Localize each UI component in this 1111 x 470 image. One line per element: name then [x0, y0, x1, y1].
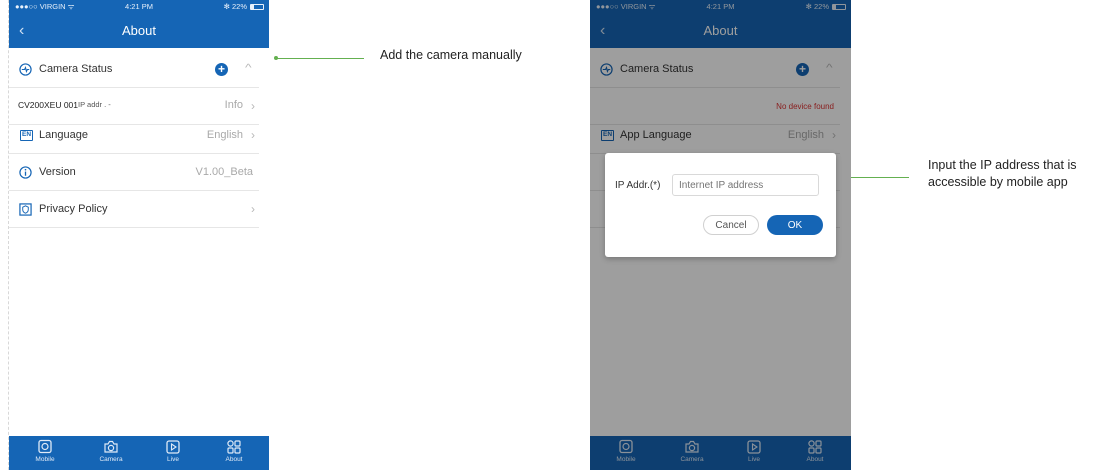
language-label: Language: [39, 129, 88, 141]
grid-icon: [227, 440, 241, 454]
page-title: About: [122, 23, 156, 38]
chevron-right-icon: ›: [251, 128, 255, 142]
callout-ip-line-2: accessible by mobile app: [928, 175, 1068, 189]
tab-about[interactable]: About: [209, 439, 259, 463]
tab-label: About: [225, 456, 243, 463]
ip-address-input[interactable]: [672, 174, 819, 196]
nav-bar: ‹ About: [9, 14, 269, 48]
privacy-shield-icon: [19, 203, 32, 216]
battery-icon: [250, 4, 264, 10]
chevron-right-icon: ›: [251, 202, 255, 216]
privacy-row[interactable]: Privacy Policy ›: [9, 191, 259, 228]
tab-live[interactable]: Live: [148, 439, 198, 463]
camera-icon: [104, 440, 118, 453]
language-value: English: [206, 129, 243, 141]
camera-status-row[interactable]: Camera Status + ^: [9, 51, 259, 88]
tab-label: Live: [167, 456, 179, 463]
version-label: Version: [39, 166, 76, 178]
info-circle-icon: [19, 166, 32, 179]
version-row: Version V1.00_Beta: [9, 154, 259, 191]
ip-address-label: IP Addr.(*): [615, 180, 661, 191]
chevron-right-icon: ›: [251, 99, 255, 113]
tab-bar: Mobile Camera Live About: [9, 436, 269, 470]
add-camera-button[interactable]: +: [215, 63, 228, 76]
cancel-button[interactable]: Cancel: [703, 215, 759, 235]
camera-info-link[interactable]: Info: [225, 99, 243, 111]
callout-ip-address: Input the IP address that is accessible …: [928, 157, 1076, 191]
ip-address-dialog: IP Addr.(*) Cancel OK: [605, 153, 836, 257]
language-en-icon: EN: [20, 130, 33, 141]
mobile-icon: [38, 439, 52, 454]
status-bar: ●●●○○ VIRGIN ᯤ 4:21 PM ✻ 22%: [9, 0, 269, 14]
tab-label: Mobile: [35, 456, 55, 463]
version-value: V1.00_Beta: [195, 166, 254, 178]
camera-ip: IP addr . -: [78, 100, 111, 109]
callout-add-camera: Add the camera manually: [380, 48, 522, 62]
battery-label: ✻ 22%: [223, 2, 247, 11]
play-icon: [166, 440, 180, 454]
phone-screen-about: ●●●○○ VIRGIN ᯤ 4:21 PM ✻ 22% ‹ About Cam…: [8, 0, 269, 470]
privacy-label: Privacy Policy: [39, 203, 108, 215]
callout-ip-line-1: Input the IP address that is: [928, 158, 1077, 172]
tab-label: Camera: [99, 456, 123, 463]
tab-camera[interactable]: Camera: [86, 439, 136, 463]
phone-screen-add-ip: ●●●○○ VIRGIN ᯤ 4:21 PM ✻ 22% ‹ About Cam…: [590, 0, 851, 470]
collapse-caret-icon[interactable]: ^: [245, 63, 252, 74]
language-row[interactable]: EN Language English ›: [9, 117, 259, 154]
ok-button[interactable]: OK: [767, 215, 823, 235]
camera-status-label: Camera Status: [39, 63, 113, 75]
callout-line: [851, 177, 909, 178]
callout-line: [276, 58, 364, 59]
camera-name: CV200XEU 001: [18, 100, 79, 110]
tab-mobile[interactable]: Mobile: [20, 439, 70, 463]
camera-status-icon: [19, 63, 32, 76]
